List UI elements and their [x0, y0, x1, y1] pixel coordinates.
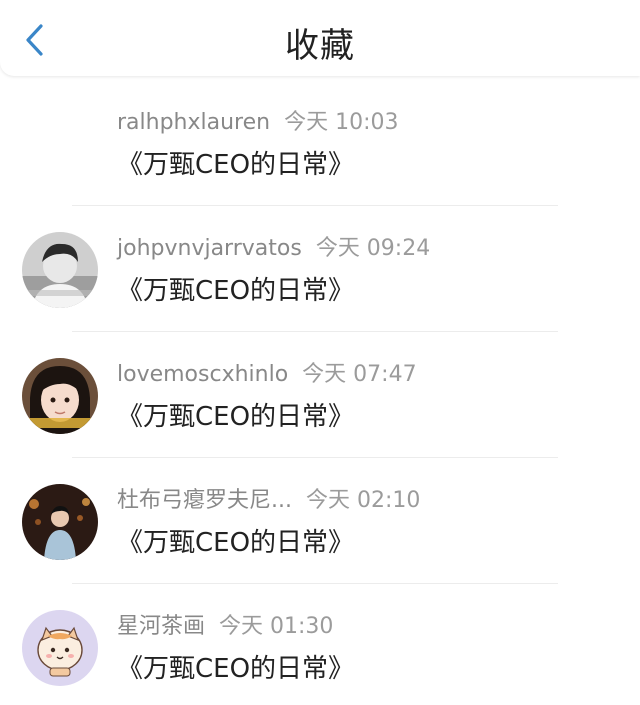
timestamp: 今天 02:10: [305, 488, 421, 513]
username: 杜布弓瘪罗夫尼...: [117, 488, 292, 513]
username: ralhphxlauren: [117, 110, 271, 135]
list-item[interactable]: 星河茶画 今天 01:30 《万甄CEO的日常》: [0, 584, 640, 705]
favorites-page: 收藏 ralhphxlauren 今天 10:03 《万甄CEO的日常》 joh…: [0, 0, 640, 705]
favorite-title: 《万甄CEO的日常》: [117, 402, 355, 432]
username: johpvnvjarrvatos: [117, 236, 302, 261]
list-item[interactable]: ralhphxlauren 今天 10:03 《万甄CEO的日常》: [0, 80, 640, 206]
item-meta: 星河茶画 今天 01:30: [117, 608, 333, 640]
favorite-title: 《万甄CEO的日常》: [117, 654, 355, 684]
timestamp: 今天 09:24: [315, 236, 431, 261]
avatar[interactable]: [22, 358, 98, 434]
avatar[interactable]: [22, 232, 98, 308]
username: 星河茶画: [117, 614, 206, 639]
favorite-title: 《万甄CEO的日常》: [117, 276, 355, 306]
item-meta: lovemoscxhinlo 今天 07:47: [117, 356, 417, 388]
favorite-title: 《万甄CEO的日常》: [117, 150, 355, 180]
avatar[interactable]: [22, 484, 98, 560]
item-meta: 杜布弓瘪罗夫尼... 今天 02:10: [117, 482, 420, 514]
timestamp: 今天 01:30: [219, 614, 334, 639]
top-bar: 收藏: [0, 0, 640, 76]
timestamp: 今天 10:03: [284, 110, 399, 135]
timestamp: 今天 07:47: [302, 362, 417, 387]
list-item[interactable]: johpvnvjarrvatos 今天 09:24 《万甄CEO的日常》: [0, 206, 640, 332]
item-meta: johpvnvjarrvatos 今天 09:24: [117, 230, 430, 262]
list-item[interactable]: lovemoscxhinlo 今天 07:47 《万甄CEO的日常》: [0, 332, 640, 458]
list-item[interactable]: 杜布弓瘪罗夫尼... 今天 02:10 《万甄CEO的日常》: [0, 458, 640, 584]
favorite-title: 《万甄CEO的日常》: [117, 528, 355, 558]
username: lovemoscxhinlo: [117, 362, 289, 387]
item-meta: ralhphxlauren 今天 10:03: [117, 104, 399, 136]
favorites-list: ralhphxlauren 今天 10:03 《万甄CEO的日常》 johpvnv…: [0, 80, 640, 705]
avatar[interactable]: [22, 610, 98, 686]
page-title: 收藏: [285, 26, 355, 66]
